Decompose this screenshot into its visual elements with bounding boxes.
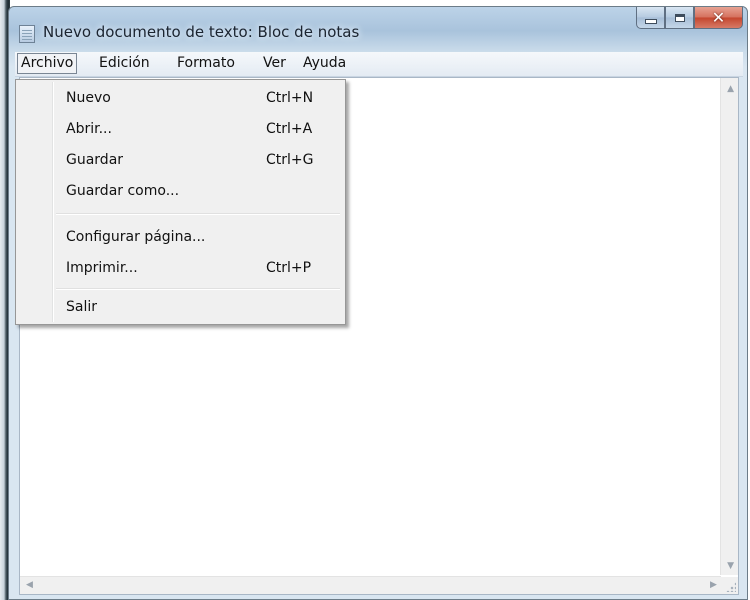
menu-item-label: Imprimir... — [66, 260, 138, 276]
vertical-scrollbar[interactable]: ▲ ▼ — [720, 78, 738, 575]
menu-item-imprimir[interactable]: Imprimir... Ctrl+P — [18, 255, 343, 281]
scroll-up-icon[interactable]: ▲ — [727, 85, 734, 94]
menu-item-configurar-pagina[interactable]: Configurar página... — [18, 224, 343, 250]
menu-item-salir[interactable]: Salir — [18, 294, 343, 320]
caption-buttons: ✕ — [636, 7, 743, 31]
menu-ver[interactable]: Ver — [260, 54, 289, 73]
menu-edicion[interactable]: Edición — [96, 54, 153, 73]
menu-item-label: Guardar como... — [66, 183, 180, 199]
scroll-right-icon[interactable]: ▶ — [710, 581, 717, 590]
minimize-icon — [644, 19, 657, 24]
menu-bar: Archivo Edición Formato Ver Ayuda — [15, 52, 743, 77]
menu-item-shortcut: Ctrl+N — [266, 90, 314, 106]
menu-item-label: Salir — [66, 299, 98, 315]
menu-archivo[interactable]: Archivo — [17, 53, 78, 74]
archivo-dropdown-menu: Nuevo Ctrl+N Abrir... Ctrl+A Guardar Ctr… — [15, 79, 346, 325]
maximize-icon — [674, 13, 685, 22]
close-button[interactable]: ✕ — [694, 7, 743, 29]
menu-separator — [56, 288, 340, 290]
menu-item-shortcut: Ctrl+G — [266, 152, 314, 168]
menu-item-guardar[interactable]: Guardar Ctrl+G — [18, 147, 343, 173]
menu-item-guardar-como[interactable]: Guardar como... — [18, 178, 343, 204]
horizontal-scrollbar[interactable]: ◀ ▶ — [20, 576, 721, 594]
menu-formato[interactable]: Formato — [174, 54, 238, 73]
scroll-down-icon[interactable]: ▼ — [727, 562, 734, 571]
menu-item-nuevo[interactable]: Nuevo Ctrl+N — [18, 85, 343, 111]
close-icon: ✕ — [711, 7, 726, 27]
menu-item-label: Configurar página... — [66, 229, 206, 245]
maximize-button[interactable] — [665, 7, 694, 29]
menu-item-label: Abrir... — [66, 121, 112, 137]
notepad-icon[interactable] — [19, 25, 35, 43]
minimize-button[interactable] — [636, 7, 665, 29]
size-grip[interactable] — [721, 577, 738, 594]
resize-grip-icon — [726, 582, 736, 592]
menu-separator — [56, 213, 340, 215]
menu-ayuda[interactable]: Ayuda — [300, 54, 349, 73]
menu-item-shortcut: Ctrl+A — [266, 121, 313, 137]
scroll-left-icon[interactable]: ◀ — [26, 581, 33, 590]
menu-item-label: Nuevo — [66, 90, 111, 106]
menu-item-abrir[interactable]: Abrir... Ctrl+A — [18, 116, 343, 142]
title-bar[interactable]: Nuevo documento de texto: Bloc de notas … — [9, 7, 747, 47]
window-title: Nuevo documento de texto: Bloc de notas — [43, 23, 360, 41]
menu-item-label: Guardar — [66, 152, 124, 168]
menu-item-shortcut: Ctrl+P — [266, 260, 312, 276]
